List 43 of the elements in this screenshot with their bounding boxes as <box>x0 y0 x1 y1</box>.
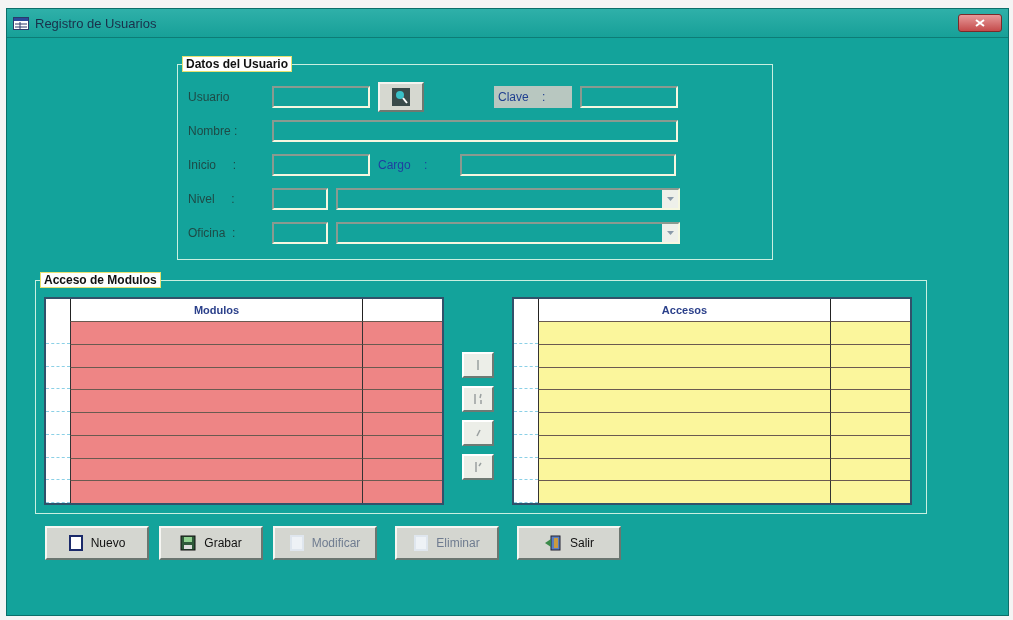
action-button[interactable]: Grabar <box>159 526 263 560</box>
field-label: Clave : <box>494 86 572 108</box>
field-label: Nombre : <box>188 124 239 138</box>
dropdown-arrow-icon <box>666 197 674 201</box>
page-icon <box>68 535 83 551</box>
action-button[interactable]: Nuevo <box>45 526 149 560</box>
glyph-icon <box>474 393 482 405</box>
dropdown-field[interactable] <box>336 188 680 210</box>
glyph-icon <box>475 429 481 437</box>
window-title: Registro de Usuarios <box>35 15 157 31</box>
form-icon <box>13 16 29 30</box>
dropdown-arrow-icon <box>666 231 674 235</box>
input-field[interactable] <box>272 222 328 244</box>
close-button[interactable] <box>958 14 1002 32</box>
close-icon <box>975 19 985 27</box>
move-button[interactable] <box>462 454 494 480</box>
glyph-icon <box>474 461 482 473</box>
field-label: Inicio : <box>188 158 238 172</box>
search-icon <box>392 88 410 106</box>
search-button[interactable] <box>378 82 424 112</box>
door-icon <box>544 535 562 551</box>
field-label: Nivel : <box>188 192 236 206</box>
group-title: Datos del Usuario <box>182 56 293 72</box>
input-field[interactable] <box>460 154 676 176</box>
group-title: Acceso de Modulos <box>40 272 161 288</box>
action-button[interactable]: Salir <box>517 526 621 560</box>
move-button[interactable] <box>462 420 494 446</box>
input-field[interactable] <box>272 154 370 176</box>
input-field[interactable] <box>272 120 678 142</box>
move-button[interactable] <box>462 352 494 378</box>
input-field[interactable] <box>580 86 678 108</box>
field-label: Cargo : <box>378 158 429 172</box>
field-label: Oficina : <box>188 226 237 240</box>
page-icon <box>414 535 429 551</box>
input-field[interactable] <box>272 86 370 108</box>
move-button[interactable] <box>462 386 494 412</box>
save-icon <box>180 535 197 551</box>
data-grid[interactable]: Modulos <box>44 297 444 505</box>
dropdown-field[interactable] <box>336 222 680 244</box>
page-icon <box>289 535 304 551</box>
field-label: Usuario <box>188 90 231 104</box>
data-grid[interactable]: Accesos <box>512 297 912 505</box>
input-field[interactable] <box>272 188 328 210</box>
